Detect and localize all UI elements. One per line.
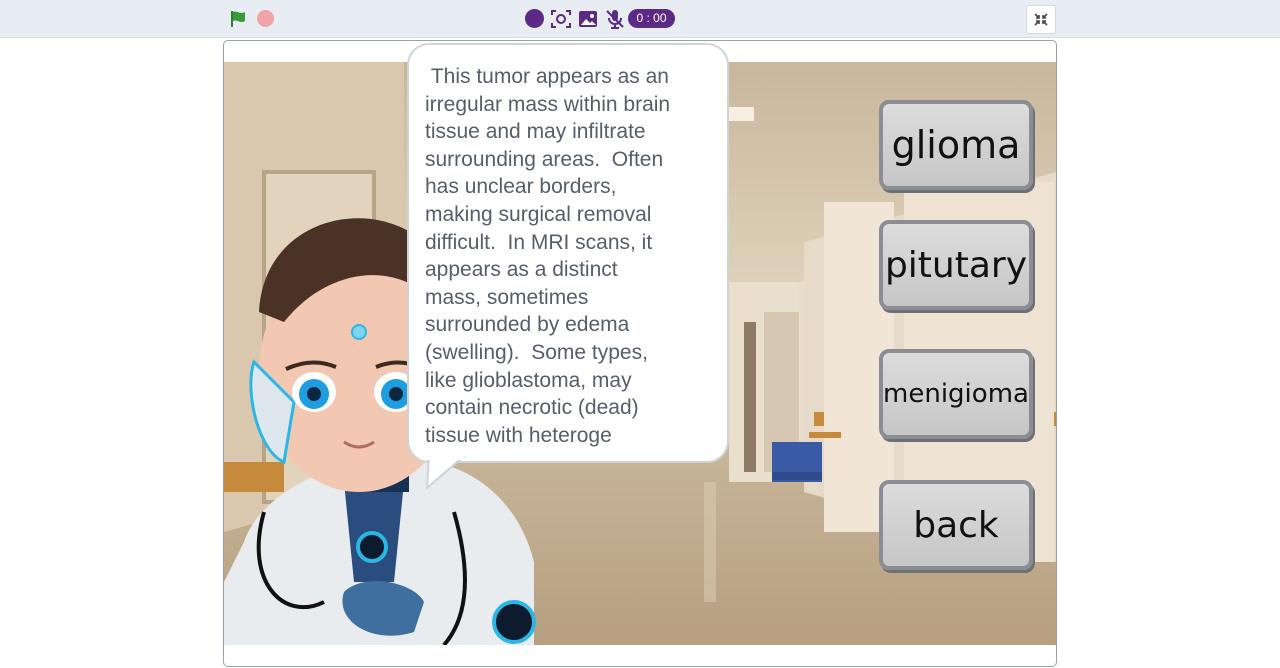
back-button[interactable]: back (879, 480, 1033, 570)
menigioma-button[interactable]: menigioma (879, 349, 1033, 439)
record-icon[interactable] (525, 9, 544, 28)
glioma-button[interactable]: glioma (879, 100, 1033, 190)
speech-bubble-tail (425, 456, 466, 491)
pitutary-button[interactable]: pitutary (879, 220, 1033, 310)
speech-bubble: This tumor appears as an irregular mass … (407, 43, 729, 463)
glioma-button-label: glioma (891, 123, 1021, 167)
microphone-icon[interactable] (604, 8, 626, 30)
back-button-label: back (913, 504, 999, 546)
fullscreen-exit-button[interactable] (1026, 5, 1056, 34)
recording-timer: 0 : 00 (628, 9, 675, 28)
stage[interactable]: This tumor appears as an irregular mass … (223, 40, 1057, 667)
stop-icon[interactable] (257, 10, 274, 27)
toolbar: 0 : 00 (0, 0, 1280, 38)
pitutary-button-label: pitutary (884, 244, 1028, 286)
screenshot-icon[interactable] (550, 8, 572, 30)
fullscreen-exit-icon (1034, 13, 1048, 26)
menigioma-button-label: menigioma (883, 379, 1029, 409)
green-flag-icon[interactable] (229, 10, 247, 28)
speech-text: This tumor appears as an irregular mass … (425, 65, 671, 447)
image-icon[interactable] (577, 8, 599, 30)
